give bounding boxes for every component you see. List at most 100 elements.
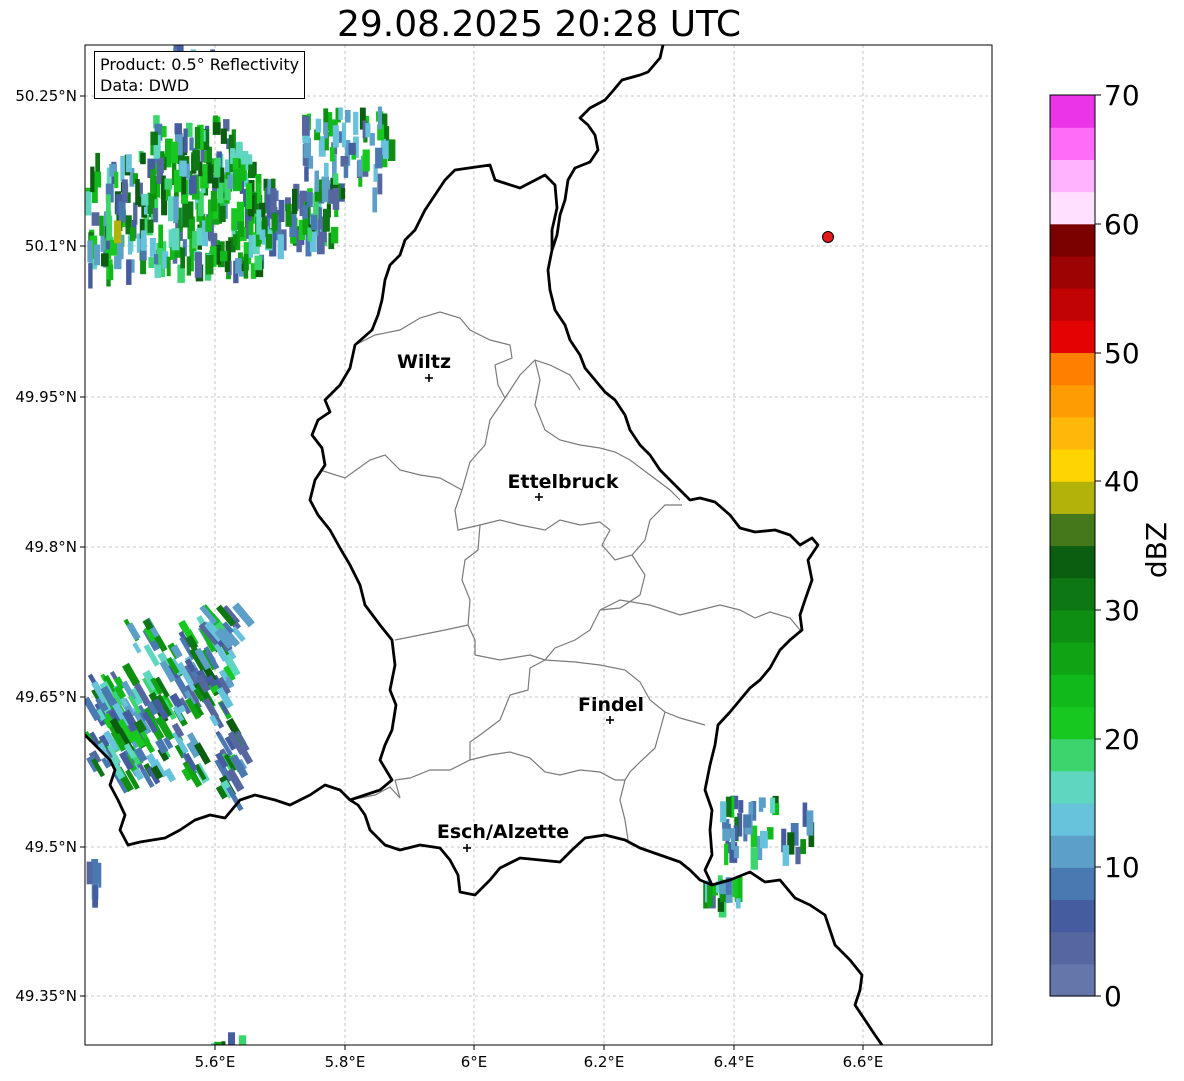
radar-echo-cell <box>99 215 104 236</box>
colorbar-segment <box>1050 609 1095 643</box>
radar-echo-cell <box>338 107 343 120</box>
radar-echo-cell <box>149 237 156 257</box>
lon-tick-label: 6.4°E <box>714 1053 755 1071</box>
radar-echo-cell <box>194 126 201 150</box>
radar-echo-cell <box>181 177 187 195</box>
radar-echo-cell <box>210 191 217 212</box>
radar-echo-cell <box>343 164 349 178</box>
city-label-esch-alzette: Esch/Alzette <box>437 821 569 843</box>
lat-tick-label: 49.8°N <box>25 538 77 556</box>
radar-echo-cell <box>168 196 175 222</box>
radar-echo-cell <box>707 885 713 907</box>
radar-echo-cell <box>270 188 277 213</box>
radar-echo-cell <box>795 846 801 865</box>
radar-echo-cell <box>140 230 147 251</box>
radar-echo-cell <box>329 146 335 162</box>
lat-tick-label: 49.35°N <box>15 987 77 1005</box>
radar-echo-cell <box>125 154 132 173</box>
colorbar-segment <box>1050 835 1095 868</box>
colorbar-segment <box>1050 95 1095 128</box>
colorbar-tick-label: 70 <box>1104 79 1140 112</box>
radar-echo-cell <box>164 178 173 190</box>
radar-echo-cell <box>94 171 102 188</box>
radar-echo-cell <box>306 192 313 208</box>
radar-echo-cell <box>782 845 790 866</box>
radar-echo-cell <box>141 193 149 206</box>
radar-echo-cell <box>174 123 182 135</box>
radar-echo-cell <box>106 215 113 241</box>
radar-echo-cell <box>122 179 128 203</box>
radar-echo-cell <box>91 212 100 226</box>
radar-echo-cell <box>735 898 741 909</box>
data-source-label: Data: DWD <box>100 76 190 95</box>
radar-echo-cell <box>183 128 188 153</box>
radar-echo-cell <box>353 111 359 135</box>
radar-echo-cell <box>277 234 284 260</box>
radar-echo-cell <box>205 254 214 275</box>
colorbar-label: dBZ <box>1140 521 1173 579</box>
radar-echo-cell <box>126 259 132 285</box>
radar-echo-cell <box>748 801 754 815</box>
radar-echo-cell <box>724 843 729 866</box>
radar-echo-cell <box>341 122 347 148</box>
colorbar-segment <box>1050 963 1095 997</box>
radar-echo-cell <box>328 189 334 204</box>
radar-echo-cell <box>248 235 253 258</box>
radar-echo-cell <box>302 116 310 136</box>
radar-echo-cell <box>332 125 339 148</box>
radar-echo-cell <box>738 800 744 813</box>
lat-tick-marks <box>80 95 85 997</box>
radar-echo-cell <box>148 257 155 268</box>
radar-echo-cell <box>372 187 378 213</box>
colorbar-tick-label: 40 <box>1104 465 1140 498</box>
radar-echo-cell <box>173 196 179 220</box>
radar-echo-cell <box>220 251 228 262</box>
radar-echo-cell <box>232 158 239 170</box>
radar-echo-cell <box>377 106 382 130</box>
radar-echo-cell <box>330 226 339 244</box>
colorbar-segment <box>1050 545 1095 579</box>
radar-echo-cell <box>154 264 161 278</box>
radar-echo-cell <box>802 802 808 827</box>
lon-tick-label: 6.6°E <box>843 1053 884 1071</box>
city-label-findel: Findel <box>578 694 644 716</box>
colorbar-segment <box>1050 127 1095 160</box>
radar-echo-cell <box>114 171 119 189</box>
radar-echo-cell <box>248 163 256 179</box>
radar-echo-cell <box>235 258 242 274</box>
radar-echo-cell <box>767 827 774 840</box>
radar-echo-cell <box>212 177 219 189</box>
colorbar-segment <box>1050 577 1095 611</box>
radar-echo-cell <box>722 828 731 841</box>
radar-echo-cell <box>88 263 93 289</box>
radar-echo-cell <box>254 255 263 271</box>
radar-echo-cell <box>194 252 203 278</box>
lon-tick-label: 6°E <box>461 1053 488 1071</box>
radar-echo-cell <box>95 152 100 175</box>
radar-echo-cell <box>236 201 244 222</box>
colorbar-segment <box>1050 191 1095 225</box>
radar-echo-cell <box>243 253 249 279</box>
colorbar <box>1050 95 1095 997</box>
product-label: Product: 0.5° Reflectivity <box>100 55 300 74</box>
radar-echo-cell <box>256 182 262 204</box>
radar-echo-cell <box>377 173 383 195</box>
radar-echo-cell <box>760 830 768 849</box>
colorbar-tick-label: 30 <box>1104 594 1140 627</box>
radar-echo-cell <box>94 244 100 266</box>
colorbar-segment <box>1050 899 1095 933</box>
radar-echo-cell <box>166 256 171 277</box>
lon-tick-marks <box>214 1045 864 1050</box>
radar-echo-cell <box>147 219 154 233</box>
radar-echo-cell <box>92 885 98 908</box>
colorbar-segment <box>1050 384 1095 418</box>
colorbar-segment <box>1050 931 1095 965</box>
radar-echo-cell <box>770 797 776 814</box>
radar-echo-cell <box>323 122 328 139</box>
colorbar-segment <box>1050 802 1095 836</box>
colorbar-segment <box>1050 642 1095 675</box>
radar-echo-cell <box>150 169 156 195</box>
radar-echo-cell <box>800 839 806 854</box>
radar-echo-cell <box>192 150 200 171</box>
radar-echo-cell <box>135 179 140 205</box>
